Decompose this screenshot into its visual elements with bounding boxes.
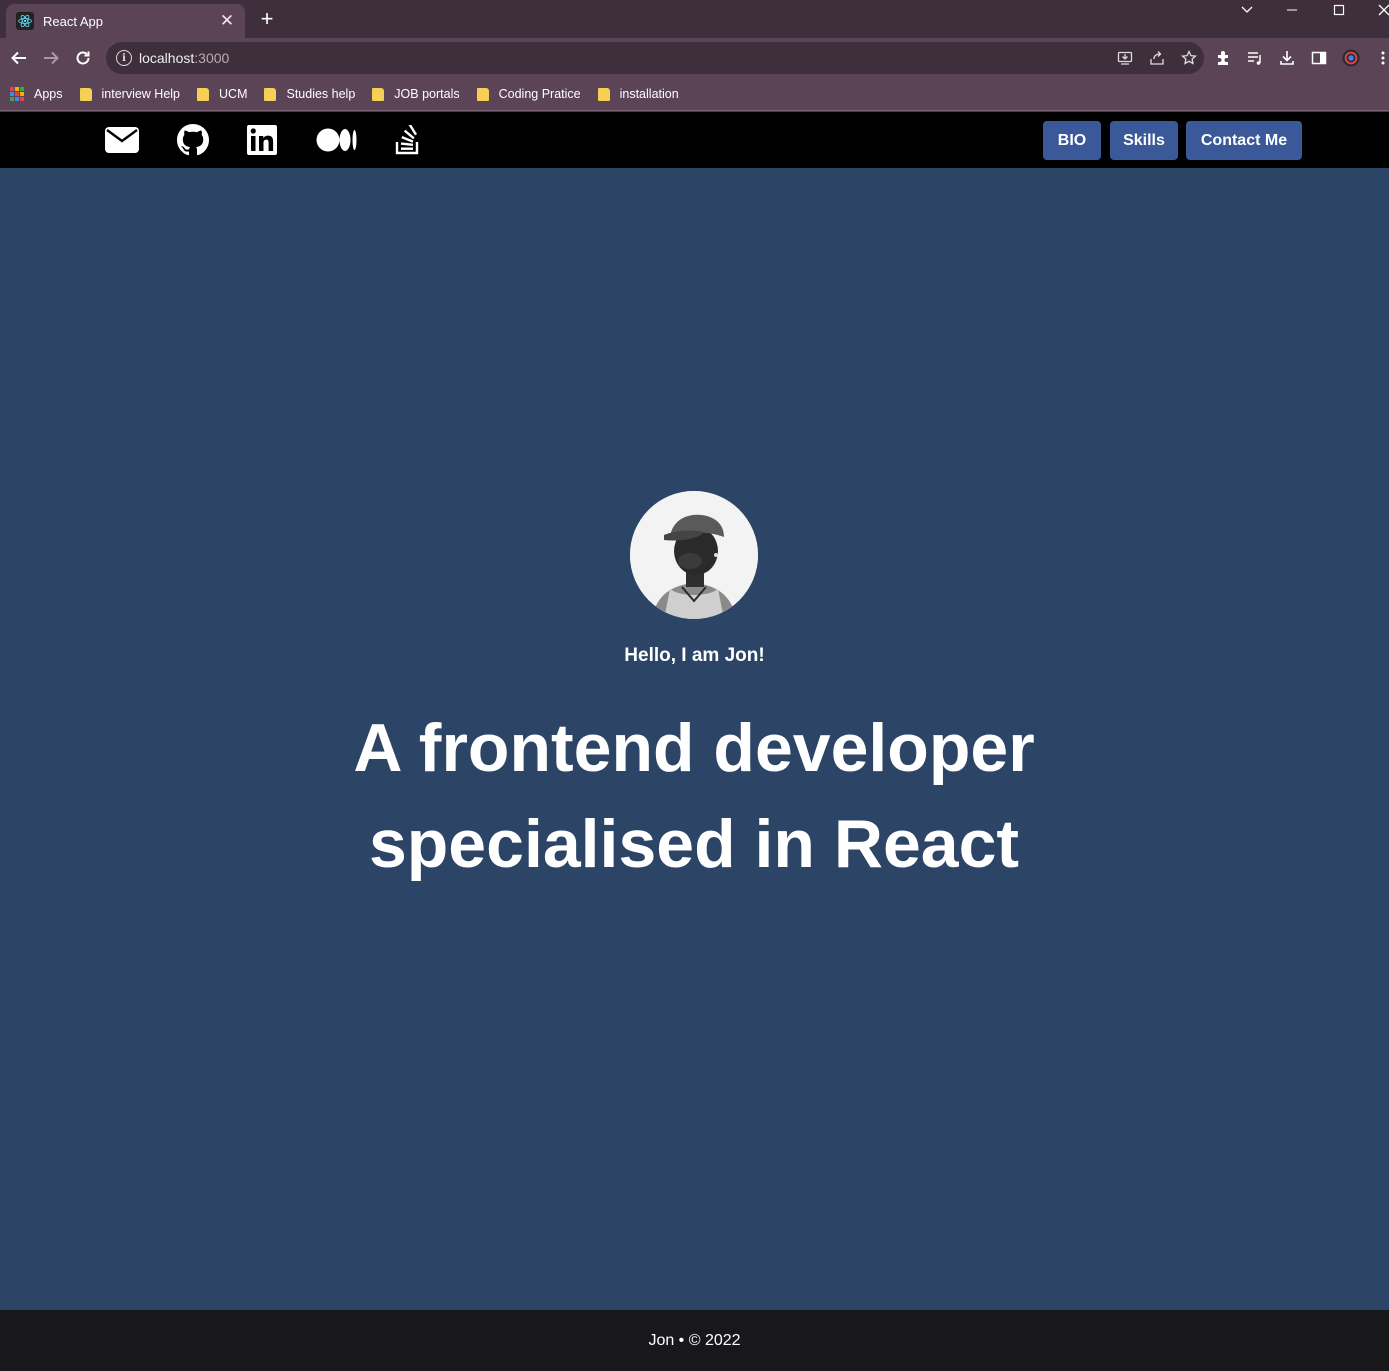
tab-title: React App xyxy=(43,13,103,29)
bookmark-studies-help[interactable]: Studies help xyxy=(264,87,355,101)
close-tab-icon[interactable]: ✕ xyxy=(219,12,235,29)
folder-icon xyxy=(597,87,610,101)
bookmarks-bar: Apps interview Help UCM Studies help JOB… xyxy=(0,78,1389,111)
extensions-puzzle-icon[interactable] xyxy=(1214,48,1232,68)
reading-list-icon[interactable] xyxy=(1246,48,1264,68)
bio-nav-button[interactable]: BIO xyxy=(1043,121,1101,160)
apps-grid-icon xyxy=(10,87,24,101)
side-panel-icon[interactable] xyxy=(1310,48,1328,68)
footer-text: Jon • © 2022 xyxy=(648,1331,741,1349)
stackoverflow-icon[interactable] xyxy=(394,124,422,156)
forward-arrow-icon[interactable] xyxy=(39,46,63,70)
react-favicon-icon xyxy=(16,12,34,30)
site-info-icon[interactable]: i xyxy=(116,50,132,66)
browser-toolbar: i localhost:3000 xyxy=(0,38,1389,78)
site-header: BIO Skills Contact Me xyxy=(0,112,1389,168)
hero-section: Hello, I am Jon! A frontend developer sp… xyxy=(0,168,1389,1310)
medium-icon[interactable] xyxy=(315,124,359,156)
folder-icon xyxy=(79,87,92,101)
bookmark-apps[interactable]: Apps xyxy=(10,87,63,101)
maximize-icon[interactable] xyxy=(1324,0,1354,20)
install-app-icon[interactable] xyxy=(1116,49,1134,67)
share-icon[interactable] xyxy=(1148,49,1166,67)
hero-greeting: Hello, I am Jon! xyxy=(624,645,765,666)
bookmark-ucm[interactable]: UCM xyxy=(197,87,247,101)
folder-icon xyxy=(372,87,385,101)
skills-nav-button[interactable]: Skills xyxy=(1110,121,1178,160)
bookmark-star-icon[interactable] xyxy=(1180,49,1198,67)
minimize-icon[interactable] xyxy=(1278,0,1308,20)
bookmark-coding-pratice[interactable]: Coding Pratice xyxy=(476,87,581,101)
window-close-icon[interactable] xyxy=(1369,0,1389,20)
avatar xyxy=(630,491,758,619)
hero-headline: A frontend developer specialised in Reac… xyxy=(353,710,1035,882)
github-icon[interactable] xyxy=(176,124,210,156)
bookmark-job-portals[interactable]: JOB portals xyxy=(372,87,460,101)
tab-search-icon[interactable] xyxy=(1232,0,1262,20)
back-arrow-icon[interactable] xyxy=(7,46,31,70)
folder-icon xyxy=(197,87,210,101)
reload-icon[interactable] xyxy=(71,46,95,70)
envelope-icon[interactable] xyxy=(104,124,140,156)
url-text: localhost:3000 xyxy=(139,50,230,66)
browser-menu-icon[interactable] xyxy=(1374,48,1389,68)
browser-titlebar: React App ✕ + xyxy=(0,0,1389,38)
bookmark-installation[interactable]: installation xyxy=(597,87,679,101)
site-footer: Jon • © 2022 xyxy=(0,1310,1389,1371)
linkedin-icon[interactable] xyxy=(246,124,278,156)
profile-avatar-icon[interactable] xyxy=(1342,48,1360,68)
bookmark-interview-help[interactable]: interview Help xyxy=(79,87,180,101)
contact-me-nav-button[interactable]: Contact Me xyxy=(1186,121,1302,160)
folder-icon xyxy=(264,87,277,101)
new-tab-button[interactable]: + xyxy=(255,8,279,32)
folder-icon xyxy=(476,87,489,101)
browser-tab[interactable]: React App ✕ xyxy=(6,4,245,38)
address-bar[interactable]: i localhost:3000 xyxy=(106,42,1204,74)
downloads-icon[interactable] xyxy=(1278,48,1296,68)
